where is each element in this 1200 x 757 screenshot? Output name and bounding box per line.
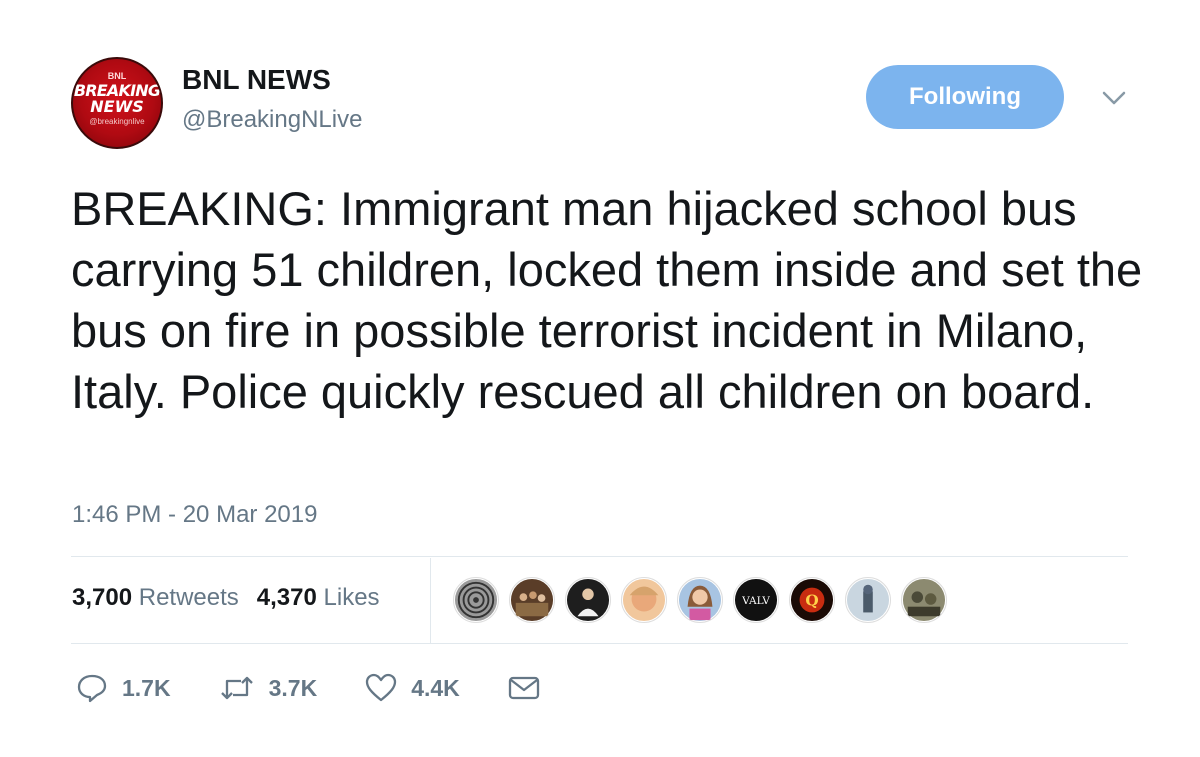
direct-message-button[interactable] — [508, 675, 540, 701]
stats-separator — [430, 558, 431, 644]
q-avatar-icon[interactable]: Q — [789, 577, 835, 623]
woman-avatar-icon[interactable] — [677, 577, 723, 623]
chevron-down-icon[interactable] — [1100, 88, 1128, 108]
face-avatar-icon[interactable] — [621, 577, 667, 623]
like-count: 4.4K — [411, 674, 460, 701]
divider — [71, 643, 1128, 644]
author-name[interactable]: BNL NEWS — [182, 64, 331, 96]
reply-count: 1.7K — [122, 674, 171, 701]
likes-count: 4,370 — [256, 584, 317, 611]
tweet-text: BREAKING: Immigrant man hijacked school … — [71, 182, 1143, 418]
spiral-avatar-icon[interactable] — [453, 577, 499, 623]
statue-avatar-icon[interactable] — [845, 577, 891, 623]
valv-text: VALV — [741, 595, 770, 607]
divider — [71, 556, 1128, 557]
profile-avatar[interactable]: BNL BREAKING NEWS @breakingnlive — [71, 57, 163, 149]
q-text: Q — [805, 592, 818, 610]
action-bar: 1.7K 3.7K 4.4K — [76, 673, 588, 703]
retweet-icon — [220, 676, 253, 700]
crowd-avatar-icon[interactable] — [509, 577, 555, 623]
likes-label: Likes — [323, 584, 380, 611]
tweet-timestamp[interactable]: 1:46 PM - 20 Mar 2019 — [72, 501, 317, 529]
engagement-stats: 3,700 Retweets 4,370 Likes — [72, 584, 380, 612]
retweet-count: 3.7K — [268, 674, 318, 701]
heart-icon — [366, 673, 397, 702]
author-handle[interactable]: @BreakingNLive — [182, 106, 362, 134]
retweets-stat[interactable]: 3,700 Retweets — [72, 584, 239, 612]
avatar-text-bnl: BNL — [107, 71, 127, 81]
liker-avatars: VALV Q — [453, 577, 947, 623]
envelope-icon — [508, 676, 539, 700]
valv-avatar-icon[interactable]: VALV — [733, 577, 779, 623]
following-button[interactable]: Following — [866, 65, 1064, 129]
avatar-text-news: NEWS — [90, 97, 144, 116]
retweets-label: Retweets — [138, 584, 239, 611]
likes-stat[interactable]: 4,370 Likes — [257, 584, 380, 612]
reply-button[interactable]: 1.7K — [76, 673, 171, 703]
retweet-button[interactable]: 3.7K — [219, 674, 318, 702]
like-button[interactable]: 4.4K — [365, 673, 460, 703]
retweets-count: 3,700 — [72, 584, 133, 611]
army-avatar-icon[interactable] — [901, 577, 947, 623]
person-dark-avatar-icon[interactable] — [565, 577, 611, 623]
reply-icon — [77, 674, 107, 703]
avatar-text-handle: @breakingnlive — [89, 117, 145, 126]
